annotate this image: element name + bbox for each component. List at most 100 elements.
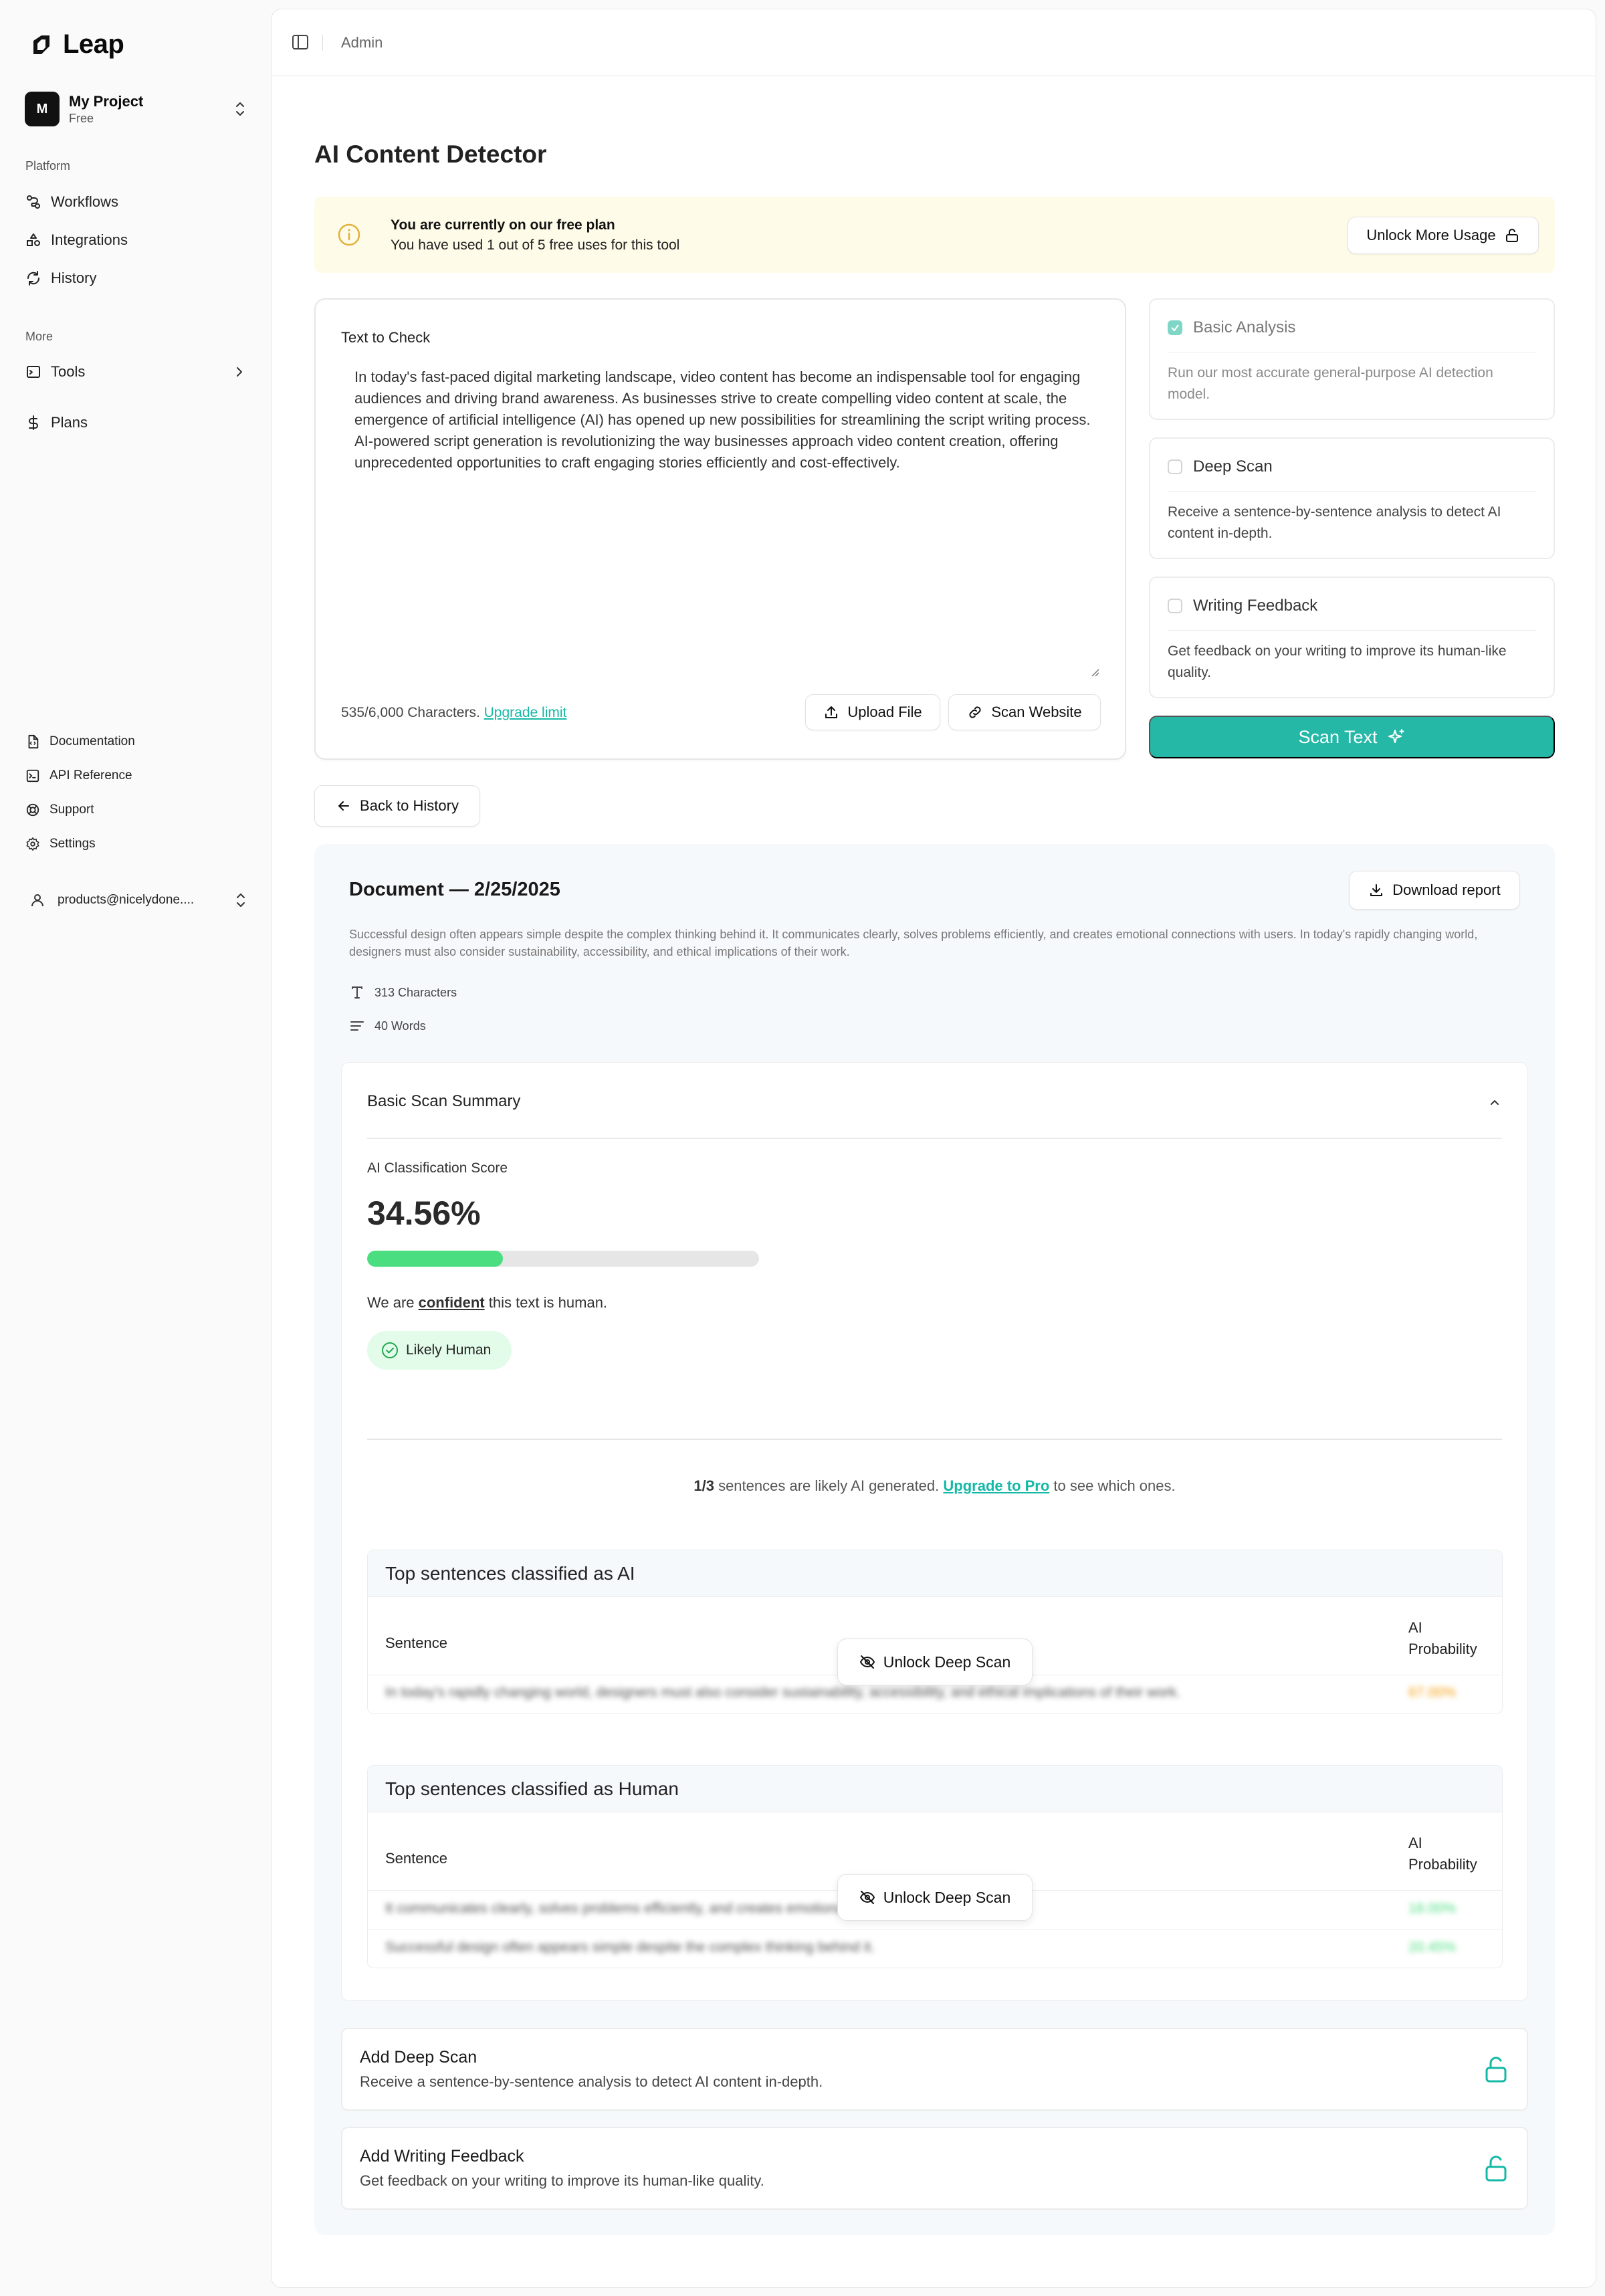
sidebar-item-label: Support	[49, 803, 94, 817]
chevron-up-icon[interactable]	[1487, 1095, 1502, 1110]
eye-off-icon	[859, 1891, 875, 1904]
chevrons-up-down-icon	[237, 894, 245, 907]
scan-text-button[interactable]: Scan Text	[1149, 716, 1555, 758]
scan-website-button[interactable]: Scan Website	[948, 694, 1101, 730]
probability-value: 20.45%	[1408, 1940, 1457, 1955]
document-text: Successful design often appears simple d…	[349, 928, 1478, 958]
ai-sentence-ratio: 1/3 sentences are likely AI generated. U…	[693, 1477, 1176, 1494]
unlock-more-usage-button[interactable]: Unlock More Usage	[1348, 217, 1539, 254]
sidebar-item-support[interactable]: Support	[25, 799, 247, 821]
lock-open-icon	[1505, 229, 1518, 242]
probability-value: 67.00%	[1408, 1685, 1457, 1700]
workflow-icon	[27, 195, 40, 209]
human-sentences-table: Top sentences classified as Human Senten…	[367, 1765, 1503, 1968]
writing-feedback-checkbox[interactable]	[1168, 599, 1182, 613]
project-avatar: M	[25, 92, 60, 126]
logo[interactable]: Leap	[28, 29, 124, 60]
project-name: My Project	[69, 92, 144, 110]
upload-file-button[interactable]: Upload File	[805, 694, 940, 730]
shapes-icon	[27, 233, 40, 246]
download-icon	[1370, 884, 1383, 896]
lock-open-icon[interactable]	[1483, 2154, 1509, 2183]
unlock-deep-scan-button[interactable]: Unlock Deep Scan	[837, 1639, 1033, 1685]
sidebar-item-label: Tools	[51, 363, 86, 380]
option-basic-analysis[interactable]: Basic Analysis Run our most accurate gen…	[1149, 298, 1555, 420]
leap-logo-icon	[33, 35, 49, 54]
sidebar-item-integrations[interactable]: Integrations	[25, 227, 247, 253]
info-icon	[338, 223, 360, 246]
sidebar-item-label: Integrations	[51, 231, 128, 248]
project-plan: Free	[69, 111, 94, 125]
sidebar-item-label: API Reference	[49, 768, 132, 782]
more-label: More	[25, 330, 54, 343]
upgrade-to-pro-link[interactable]: Upgrade to Pro	[943, 1477, 1049, 1494]
lifebuoy-icon	[26, 803, 39, 817]
sidebar-item-history[interactable]: History	[25, 265, 247, 292]
basic-analysis-checkbox[interactable]	[1168, 320, 1182, 335]
sidebar-item-plans[interactable]: Plans	[25, 409, 247, 436]
banner-usage: You have used 1 out of 5 free uses for t…	[391, 237, 680, 253]
chevron-right-icon	[237, 367, 242, 377]
document-title: Document — 2/25/2025	[349, 879, 560, 900]
gear-icon	[26, 837, 39, 851]
user-icon	[31, 894, 43, 907]
sparkles-icon	[1388, 729, 1404, 743]
sidebar-item-workflows[interactable]: Workflows	[25, 189, 247, 215]
refresh-icon	[27, 271, 40, 286]
ai-sentences-table: Top sentences classified as AI Sentence …	[367, 1550, 1503, 1714]
topbar: Admin	[272, 9, 1596, 76]
human-table-title: Top sentences classified as Human	[368, 1766, 1502, 1812]
column-header-probability: AI Probability	[1408, 1835, 1477, 1873]
column-header-probability: AI Probability	[1408, 1619, 1477, 1657]
probability-value: 18.00%	[1408, 1901, 1457, 1916]
sidebar-item-label: Workflows	[51, 193, 119, 210]
breadcrumb[interactable]: Admin	[341, 34, 383, 51]
resize-handle-icon[interactable]	[1089, 666, 1099, 677]
back-to-history-button[interactable]: Back to History	[314, 785, 480, 827]
table-row: In today's rapidly changing world, desig…	[385, 1685, 1181, 1700]
option-deep-scan[interactable]: Deep Scan Receive a sentence-by-sentence…	[1149, 437, 1555, 559]
summary-title[interactable]: Basic Scan Summary	[367, 1092, 520, 1111]
confidence-text: We are confident this text is human.	[367, 1294, 608, 1311]
ai-table-title: Top sentences classified as AI	[368, 1550, 1502, 1597]
word-count-meta: 40 Words	[349, 1018, 426, 1034]
upgrade-limit-link[interactable]: Upgrade limit	[484, 705, 567, 720]
option-writing-feedback[interactable]: Writing Feedback Get feedback on your wr…	[1149, 577, 1555, 698]
add-writing-feedback-card[interactable]: Add Writing Feedback Get feedback on you…	[341, 2127, 1528, 2210]
main-panel: Admin AI Content Detector You are curren…	[271, 9, 1596, 2288]
link-icon	[969, 706, 981, 718]
column-header-sentence: Sentence	[385, 1850, 447, 1867]
logo-text: Leap	[63, 29, 124, 59]
score-progress-bar	[367, 1251, 759, 1267]
score-label: AI Classification Score	[367, 1160, 508, 1176]
download-report-button[interactable]: Download report	[1349, 871, 1520, 910]
basic-scan-summary: Basic Scan Summary AI Classification Sco…	[341, 1062, 1528, 2001]
likely-human-badge: Likely Human	[367, 1331, 512, 1370]
sidebar-item-settings[interactable]: Settings	[25, 833, 247, 855]
text-input-area[interactable]: In today's fast-paced digital marketing …	[354, 367, 1097, 474]
table-row: Successful design often appears simple d…	[385, 1940, 875, 1955]
character-count-meta: 313 Characters	[349, 984, 457, 1001]
add-deep-scan-card[interactable]: Add Deep Scan Receive a sentence-by-sent…	[341, 2028, 1528, 2111]
project-switcher[interactable]: M My Project Free	[25, 88, 247, 130]
deep-scan-checkbox[interactable]	[1168, 459, 1182, 474]
user-email: products@nicelydone....	[58, 893, 195, 907]
unlock-deep-scan-button[interactable]: Unlock Deep Scan	[837, 1874, 1033, 1921]
user-menu[interactable]: products@nicelydone....	[29, 887, 247, 914]
eye-off-icon	[859, 1655, 875, 1669]
chevrons-up-down-icon	[236, 102, 244, 116]
scan-result-panel: Document — 2/25/2025 Download report Suc…	[314, 844, 1555, 2235]
file-code-icon	[28, 734, 39, 749]
character-count: 535/6,000 Characters. Upgrade limit	[341, 705, 567, 720]
sidebar-item-documentation[interactable]: Documentation	[25, 730, 247, 753]
page-title: AI Content Detector	[314, 140, 547, 168]
terminal-square-icon	[26, 769, 39, 782]
sidebar-item-label: History	[51, 270, 97, 286]
sidebar: Leap M My Project Free Platform Workflow…	[0, 0, 271, 950]
sidebar-item-api-reference[interactable]: API Reference	[25, 764, 247, 787]
sidebar-item-tools[interactable]: Tools	[25, 358, 247, 385]
lock-open-icon[interactable]	[1483, 2055, 1509, 2084]
sidebar-toggle-icon[interactable]	[292, 33, 309, 51]
text-to-check-card: Text to Check In today's fast-paced digi…	[314, 298, 1126, 760]
text-input-label: Text to Check	[341, 329, 431, 346]
